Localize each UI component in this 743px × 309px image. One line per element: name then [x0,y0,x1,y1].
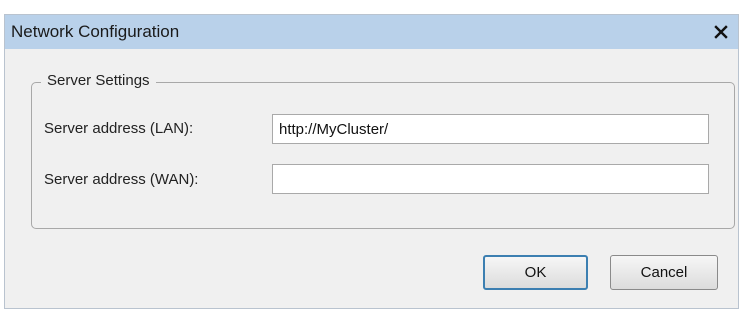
server-settings-group [31,82,735,229]
window-title: Network Configuration [11,22,180,41]
ok-button[interactable]: OK [483,255,588,290]
lan-address-label: Server address (LAN): [44,120,194,137]
wan-address-input[interactable] [272,164,709,194]
lan-address-input[interactable] [272,114,709,144]
title-bar[interactable]: Network Configuration [5,15,738,49]
cancel-button[interactable]: Cancel [610,255,718,290]
close-button[interactable] [710,21,732,43]
wan-address-label: Server address (WAN): [44,171,199,188]
close-icon [714,25,728,39]
server-settings-label: Server Settings [41,72,156,89]
